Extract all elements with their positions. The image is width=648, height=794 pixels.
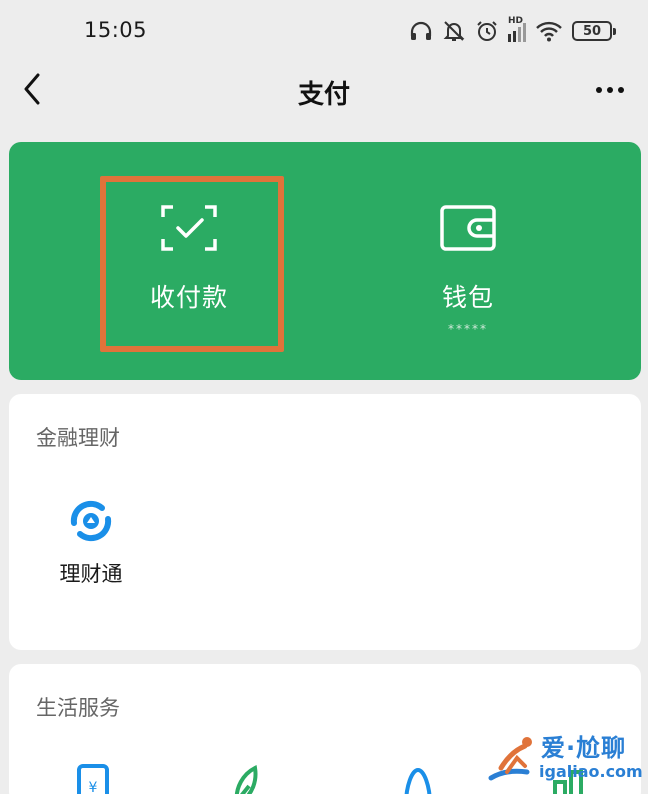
section-title-finance: 金融理财 (36, 426, 120, 450)
page-title: 支付 (297, 80, 350, 110)
more-dot-icon (607, 87, 613, 93)
headphones-icon (410, 21, 432, 40)
receive-payment-label: 收付款 (149, 283, 228, 312)
service-item-qq[interactable] (363, 764, 473, 794)
section-title-life: 生活服务 (36, 696, 120, 720)
battery-indicator: 50 (572, 21, 616, 41)
bell-muted-icon (443, 21, 465, 41)
nav-bar: 支付 (0, 62, 648, 120)
green-leaf-icon (235, 764, 258, 794)
service-item-licaitong[interactable]: 理财通 (36, 496, 146, 588)
life-services-section: 生活服务 ¥ (9, 664, 641, 794)
scan-check-icon (161, 205, 217, 251)
wallet-icon (440, 205, 496, 251)
qq-icon (404, 767, 432, 794)
more-options-button[interactable] (590, 72, 630, 108)
status-bar: 15:05 HD 50 (0, 0, 648, 62)
more-dot-icon (618, 87, 624, 93)
alarm-icon (477, 21, 497, 41)
wifi-icon (536, 21, 562, 42)
network-signal-icon: HD (508, 16, 526, 42)
wallet-button[interactable]: 钱包 ***** (368, 142, 568, 380)
status-time: 15:05 (84, 18, 148, 42)
wallet-label: 钱包 (441, 283, 494, 312)
finance-section: 金融理财 理财通 (9, 394, 641, 650)
city-service-icon (553, 770, 583, 794)
receive-payment-button[interactable]: 收付款 (89, 142, 289, 380)
battery-level: 50 (582, 23, 602, 39)
more-dot-icon (596, 87, 602, 93)
service-item-green[interactable] (194, 764, 304, 794)
hd-badge: HD (508, 16, 524, 26)
status-icons: HD 50 (409, 16, 616, 44)
svg-text:¥: ¥ (89, 780, 98, 794)
service-item-mobile-topup[interactable]: ¥ (38, 764, 148, 794)
wallet-balance-hidden: ***** (448, 322, 488, 336)
service-item-city[interactable] (514, 764, 624, 794)
licaitong-icon (70, 500, 112, 542)
service-label-licaitong: 理财通 (59, 562, 123, 586)
payment-card: 收付款 钱包 ***** (9, 142, 641, 380)
mobile-topup-icon: ¥ (77, 764, 109, 794)
